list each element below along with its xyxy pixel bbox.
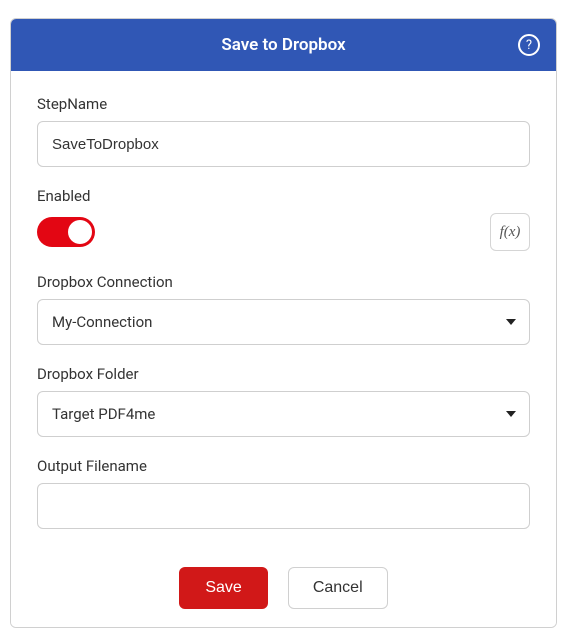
- field-connection: Dropbox Connection My-Connection: [37, 273, 530, 345]
- select-connection-value: My-Connection: [52, 313, 152, 331]
- select-folder-value: Target PDF4me: [52, 405, 155, 423]
- save-button[interactable]: Save: [179, 567, 267, 609]
- label-stepname: StepName: [37, 95, 530, 113]
- label-connection: Dropbox Connection: [37, 273, 530, 291]
- input-stepname[interactable]: [37, 121, 530, 167]
- dialog-body: StepName Enabled f(x) Dropbox Connection…: [11, 71, 556, 627]
- dialog-save-to-dropbox: Save to Dropbox ? StepName Enabled f(x) …: [10, 18, 557, 628]
- input-output-filename[interactable]: [37, 483, 530, 529]
- dialog-header: Save to Dropbox ?: [11, 19, 556, 71]
- label-enabled: Enabled: [37, 187, 530, 205]
- help-icon[interactable]: ?: [518, 34, 540, 56]
- label-folder: Dropbox Folder: [37, 365, 530, 383]
- toggle-knob: [68, 220, 92, 244]
- label-output-filename: Output Filename: [37, 457, 530, 475]
- dialog-title: Save to Dropbox: [221, 35, 345, 55]
- field-output-filename: Output Filename: [37, 457, 530, 529]
- toggle-enabled[interactable]: [37, 217, 95, 247]
- select-dropbox-folder[interactable]: Target PDF4me: [37, 391, 530, 437]
- field-folder: Dropbox Folder Target PDF4me: [37, 365, 530, 437]
- fx-button[interactable]: f(x): [490, 213, 530, 251]
- select-dropbox-connection[interactable]: My-Connection: [37, 299, 530, 345]
- button-row: Save Cancel: [37, 549, 530, 627]
- fx-icon-label: f(x): [500, 224, 521, 241]
- field-stepname: StepName: [37, 95, 530, 167]
- field-enabled: Enabled f(x): [37, 187, 530, 251]
- cancel-button[interactable]: Cancel: [288, 567, 388, 609]
